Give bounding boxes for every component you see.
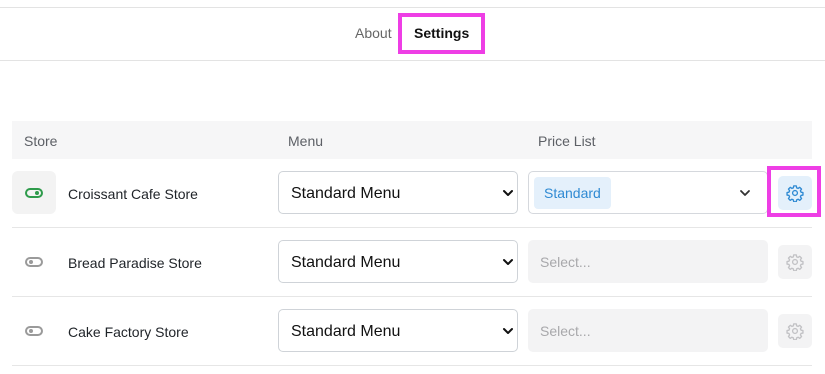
store-name: Cake Factory Store bbox=[68, 324, 189, 340]
settings-button-highlight bbox=[767, 166, 821, 217]
menu-select[interactable]: Standard Menu bbox=[278, 240, 518, 283]
price-list-placeholder: Select... bbox=[540, 323, 591, 339]
table-header: Store Menu Price List bbox=[12, 121, 812, 159]
menu-select[interactable]: Standard Menu bbox=[278, 171, 518, 214]
price-list-tag: Standard bbox=[534, 177, 611, 209]
gear-icon bbox=[786, 323, 804, 340]
menu-select-value: Standard Menu bbox=[291, 323, 401, 340]
store-settings-button bbox=[778, 314, 812, 348]
menu-select[interactable]: Standard Menu bbox=[278, 309, 518, 352]
price-list-select: Select... bbox=[528, 309, 768, 352]
store-settings-button bbox=[778, 245, 812, 279]
settings-tab-highlight bbox=[398, 13, 485, 54]
menu-select-value: Standard Menu bbox=[291, 185, 401, 202]
column-header-store: Store bbox=[24, 133, 58, 149]
table-row: Bread Paradise Store Standard Menu Selec… bbox=[12, 228, 812, 297]
price-list-placeholder: Select... bbox=[540, 254, 591, 270]
column-header-menu: Menu bbox=[288, 133, 324, 149]
chevron-down-icon bbox=[503, 259, 513, 265]
chevron-down-icon bbox=[503, 190, 513, 196]
store-toggle[interactable] bbox=[12, 309, 56, 352]
tab-bar: About Settings bbox=[0, 8, 825, 61]
price-list-select[interactable]: Standard bbox=[528, 171, 768, 214]
table-row: Croissant Cafe Store Standard Menu Stand… bbox=[12, 159, 812, 228]
price-list-select: Select... bbox=[528, 240, 768, 283]
store-name: Croissant Cafe Store bbox=[68, 186, 198, 202]
chevron-down-icon bbox=[740, 190, 750, 196]
store-name: Bread Paradise Store bbox=[68, 255, 202, 271]
toggle-switch-icon bbox=[25, 188, 43, 198]
gear-icon bbox=[786, 254, 804, 271]
column-header-price-list: Price List bbox=[538, 133, 596, 149]
menu-select-value: Standard Menu bbox=[291, 254, 401, 271]
table-row: Cake Factory Store Standard Menu Select.… bbox=[12, 297, 812, 366]
toggle-switch-icon bbox=[25, 326, 43, 336]
toggle-switch-icon bbox=[25, 257, 43, 267]
store-toggle[interactable] bbox=[12, 171, 56, 214]
chevron-down-icon bbox=[503, 328, 513, 334]
tab-about[interactable]: About bbox=[355, 24, 392, 42]
store-toggle[interactable] bbox=[12, 240, 56, 283]
